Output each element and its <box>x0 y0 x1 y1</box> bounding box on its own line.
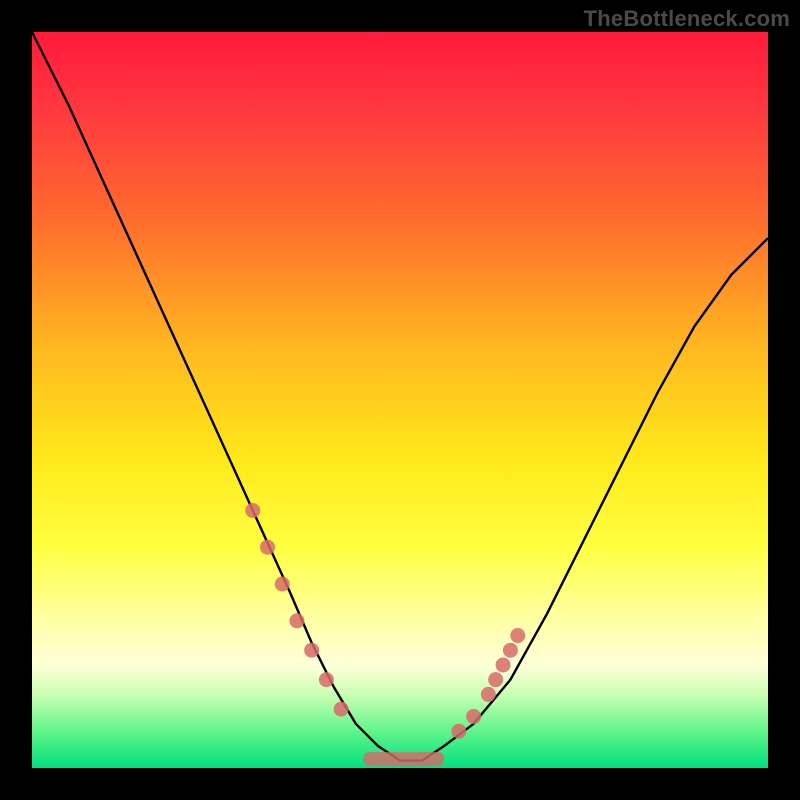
marker-dot <box>304 643 319 658</box>
marker-dot <box>334 702 349 717</box>
marker-dot <box>260 540 275 555</box>
curve-svg <box>32 32 768 768</box>
marker-dot <box>275 577 290 592</box>
marker-dot <box>466 709 481 724</box>
marker-dot <box>245 503 260 518</box>
marker-dot <box>488 672 503 687</box>
bottleneck-curve <box>32 32 768 761</box>
chart-frame: TheBottleneck.com <box>0 0 800 800</box>
marker-dot <box>510 628 525 643</box>
marker-dot <box>496 657 511 672</box>
marker-dot <box>481 687 496 702</box>
right-marker-cluster <box>451 628 525 739</box>
marker-dot <box>503 643 518 658</box>
marker-dot <box>319 672 334 687</box>
plot-area <box>32 32 768 768</box>
watermark-text: TheBottleneck.com <box>584 6 790 32</box>
marker-dot <box>451 724 466 739</box>
marker-dot <box>289 613 304 628</box>
trough-flat-band <box>363 752 444 766</box>
